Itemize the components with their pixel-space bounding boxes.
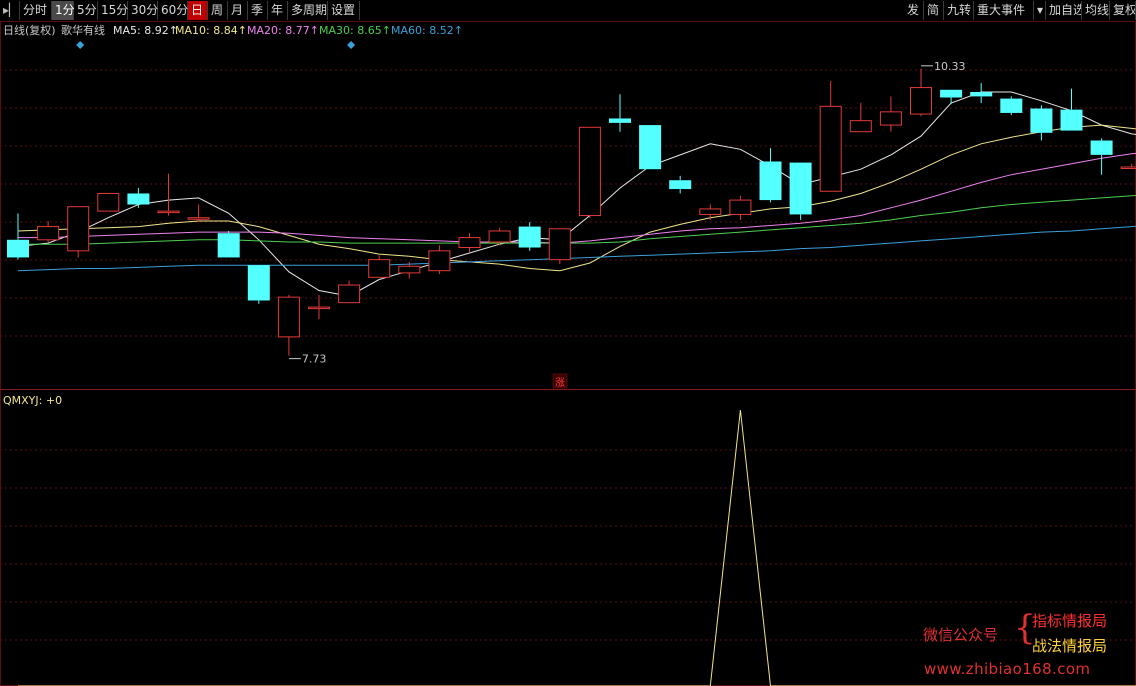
candle-body <box>428 250 451 272</box>
candle-body <box>759 161 782 201</box>
tab-30min[interactable]: 30分 <box>128 1 158 20</box>
tab-day[interactable]: 日 <box>188 1 208 20</box>
candle-body <box>187 217 210 220</box>
candle-body <box>879 111 902 126</box>
watermark-line1: 指标情报局 <box>1032 612 1108 630</box>
candle-body <box>1120 166 1136 169</box>
tab-week[interactable]: 周 <box>208 1 228 20</box>
candle-body <box>217 233 240 258</box>
kline-chart: 日线(复权) 歌华有线 MA5: 8.92↑MA10: 8.84↑ MA20: 8.7… <box>0 21 1136 686</box>
tab-year[interactable]: 年 <box>268 1 288 20</box>
tab-multi-period[interactable]: 多周期 <box>288 1 328 20</box>
watermark: 微信公众号 { 指标情报局 战法情报局 www.zhibiao168.com <box>920 608 1132 686</box>
candle-body <box>970 91 993 97</box>
candle-body <box>157 210 180 214</box>
candle-body <box>488 230 511 243</box>
candle-body <box>729 199 752 215</box>
watermark-line2: 战法情报局 <box>1032 637 1108 655</box>
candle-body <box>368 259 391 278</box>
period-toolbar: ▸▏ 分时 1分 5分 15分 30分 60分日周月季年多周期 设置 发简九转 重大事件 ▾ 加自选均… <box>0 0 1136 22</box>
candle-body <box>1000 98 1023 113</box>
tab-15min[interactable]: 15分 <box>98 1 128 20</box>
ma-line-ma60 <box>17 225 1136 272</box>
ma-legend-5: MA60: 8.52↑ <box>391 24 463 37</box>
events-dropdown[interactable]: ▾ <box>1034 1 1046 20</box>
candle-body <box>97 192 120 212</box>
candle-body <box>910 87 932 115</box>
ma-line-ma20 <box>18 152 1136 244</box>
candle-body <box>669 180 692 190</box>
candle-body <box>37 226 60 241</box>
indicator-label: QMXYJ: +0 <box>3 394 62 407</box>
candle-body <box>699 208 722 215</box>
fa-button[interactable]: 发 <box>904 1 924 20</box>
period-label: 日线(复权) <box>3 23 56 37</box>
candle-body <box>247 265 270 301</box>
tab-month[interactable]: 月 <box>228 1 248 20</box>
candle-body <box>277 296 300 338</box>
candle-body <box>1090 140 1113 155</box>
tab-quarter[interactable]: 季 <box>248 1 268 20</box>
jian-button[interactable]: 简 <box>924 1 944 20</box>
candle-body <box>639 125 662 170</box>
candle-body <box>819 105 842 192</box>
candle-body <box>1030 108 1053 133</box>
candle-body <box>308 306 330 310</box>
candle-body <box>398 265 421 274</box>
ma-legend-2: MA10: 8.84↑ <box>175 24 247 37</box>
annotation-low: 7.73 <box>302 353 327 366</box>
candle-body <box>1060 109 1083 131</box>
candle-body <box>127 193 150 205</box>
ma-legend-4: MA30: 8.65↑ <box>319 24 391 37</box>
diamond-marker <box>76 41 85 49</box>
tab-1min[interactable]: 1分 <box>52 1 75 20</box>
candle-body <box>518 226 541 248</box>
chart-frame <box>0 21 1136 686</box>
annotation-high: 10.33 <box>934 60 966 73</box>
add-watchlist-button[interactable]: 加自选 <box>1046 1 1082 20</box>
jiuzhuan-button[interactable]: 九转 <box>944 1 974 20</box>
settings-button[interactable]: 设置 <box>328 1 360 20</box>
candle-body <box>548 228 571 261</box>
candle-body <box>849 120 872 133</box>
ma-legend-3: MA20: 8.77↑ <box>247 24 319 37</box>
ma-line-ma10 <box>17 124 1136 272</box>
candle-body <box>609 118 631 123</box>
tab-5min[interactable]: 5分 <box>74 1 98 20</box>
pin-icon[interactable]: ▸▏ <box>0 1 20 20</box>
diamond-marker <box>347 41 356 49</box>
candle-body <box>67 206 90 252</box>
candle-body <box>338 284 361 304</box>
watermark-wechat-label: 微信公众号 <box>923 626 999 644</box>
watermark-url: www.zhibiao168.com <box>924 660 1091 678</box>
candle-body <box>458 237 481 249</box>
candle-body <box>789 162 812 215</box>
fuquan-button[interactable]: 复权 <box>1110 1 1136 20</box>
tab-fenshi[interactable]: 分时 <box>20 1 52 20</box>
ma-legend-1: MA5: 8.92↑ <box>113 24 178 37</box>
candle-body <box>7 239 29 258</box>
tab-60min[interactable]: 60分 <box>158 1 188 20</box>
candle-body <box>578 126 601 217</box>
stock-name: 歌华有线 <box>61 23 105 37</box>
ma-button[interactable]: 均线 <box>1082 1 1110 20</box>
zhang-marker: 涨 <box>555 377 565 389</box>
candle-body <box>940 89 963 98</box>
major-events-button[interactable]: 重大事件 <box>974 1 1034 20</box>
ma-line-ma30 <box>18 194 1136 245</box>
